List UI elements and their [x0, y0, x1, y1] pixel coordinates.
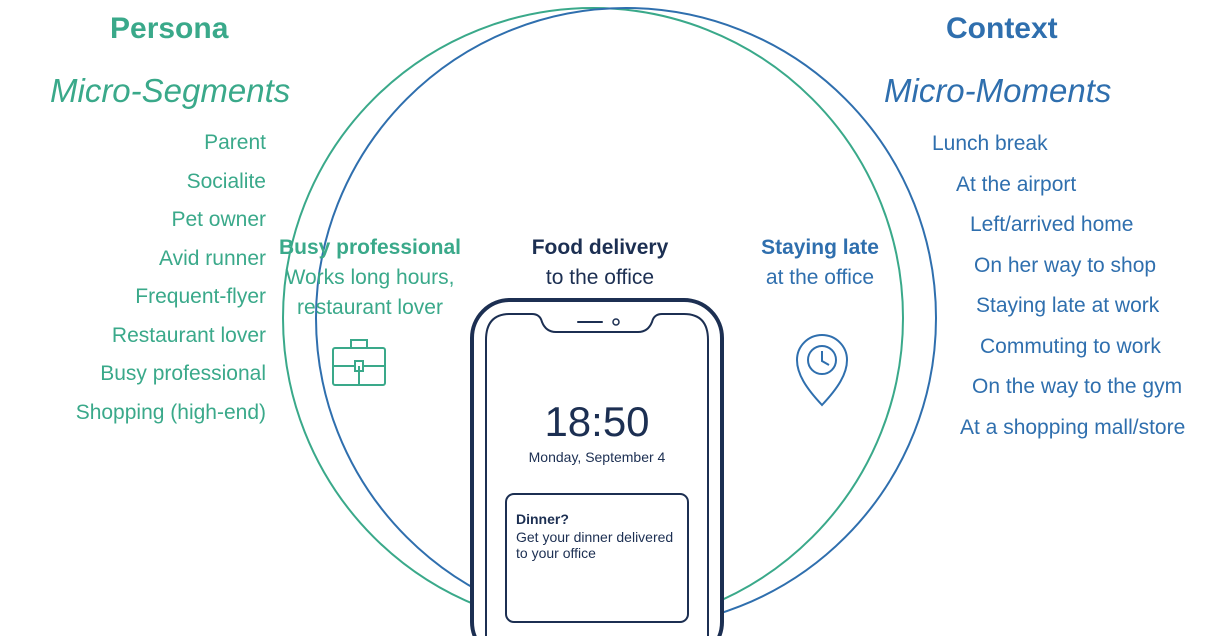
list-item: Frequent-flyer	[135, 285, 266, 308]
briefcase-icon	[332, 339, 386, 386]
list-item: Restaurant lover	[111, 323, 266, 347]
list-item: Lunch break	[932, 132, 1048, 155]
intersection-label: Food delivery to the office	[510, 233, 690, 293]
list-item: Avid runner	[158, 246, 266, 270]
list-item: Busy professional	[100, 362, 266, 385]
persona-focus-heading: Busy professional	[278, 236, 462, 259]
list-item: On the way to the gym	[972, 375, 1183, 398]
notification-body: Get your dinner delivered to your office	[516, 529, 674, 561]
location-clock-icon	[795, 334, 849, 407]
context-focus-heading: Staying late	[761, 236, 879, 259]
persona-segment-list: Parent Socialite Pet owner Avid runner F…	[76, 124, 266, 432]
lockscreen-date: Monday, September 4	[528, 449, 666, 465]
list-item: Shopping (high-end)	[75, 400, 266, 424]
context-focus-line1: at the office	[765, 266, 875, 289]
intersection-heading: Food delivery	[531, 236, 669, 259]
list-item: Commuting to work	[980, 334, 1161, 358]
list-item: On her way to shop	[974, 253, 1157, 277]
persona-subtitle: Micro-Segments	[50, 72, 291, 109]
list-item: Staying late at work	[976, 294, 1160, 317]
phone	[470, 298, 724, 636]
list-item: Parent	[204, 131, 266, 154]
list-item: Socialite	[186, 169, 266, 193]
persona-focus-label: Busy professional Works long hours, rest…	[270, 233, 470, 323]
list-item: Pet owner	[171, 208, 266, 231]
context-title: Context	[946, 12, 1058, 45]
intersection-line1: to the office	[545, 266, 655, 289]
context-moment-list: Lunch break At the airport Left/arrived …	[932, 124, 1185, 448]
persona-focus-line1: Works long hours,	[285, 266, 455, 289]
context-focus-label: Staying late at the office	[740, 233, 900, 293]
list-item: Left/arrived home	[970, 213, 1134, 236]
notification-title: Dinner?	[516, 511, 569, 527]
context-subtitle: Micro-Moments	[884, 72, 1112, 109]
list-item: At the airport	[956, 172, 1077, 196]
persona-title: Persona	[110, 12, 229, 45]
persona-focus-line2: restaurant lover	[297, 296, 443, 319]
list-item: At a shopping mall/store	[960, 415, 1186, 439]
lockscreen-time: 18:50	[544, 398, 650, 445]
